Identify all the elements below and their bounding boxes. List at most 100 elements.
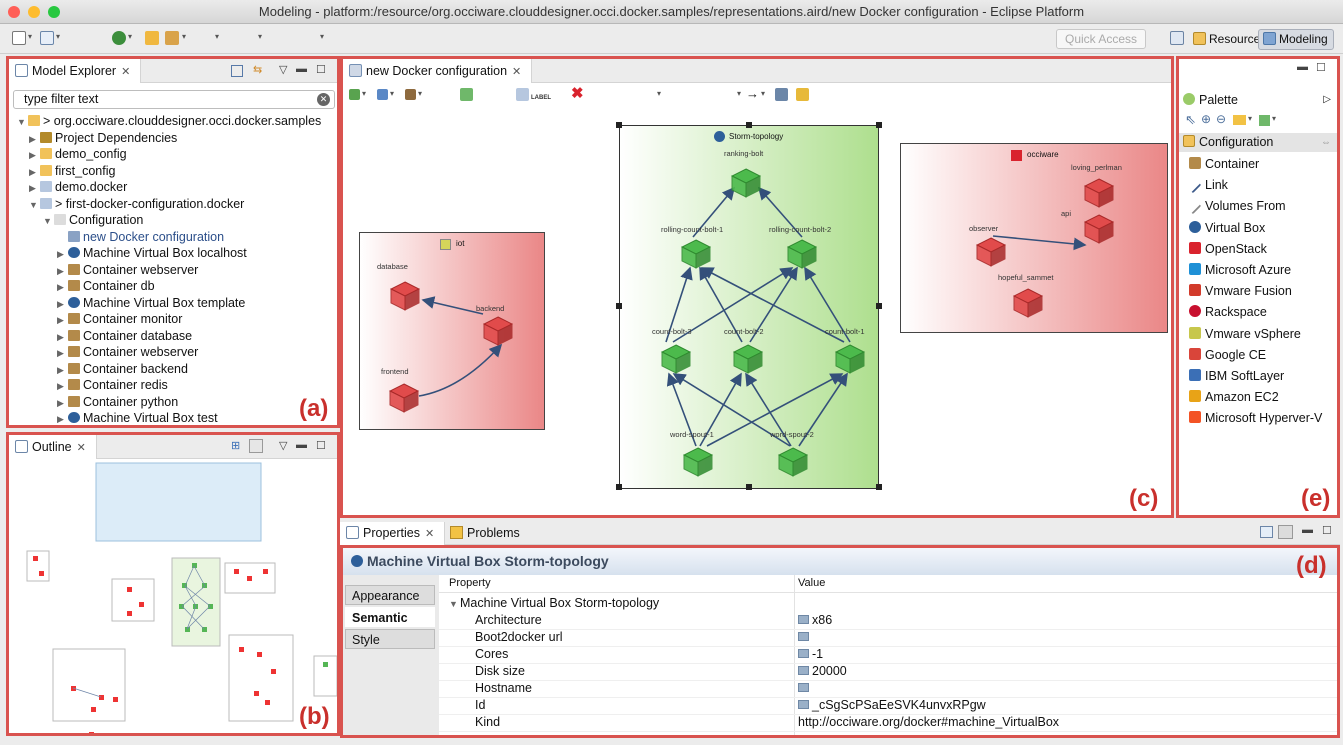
collapsed-icon[interactable]: ▶ (29, 180, 40, 197)
tree-item[interactable]: ▶ Container backend (57, 361, 188, 378)
chevron-down-icon[interactable]: ▾ (56, 32, 60, 41)
minimize-window-button[interactable] (28, 6, 40, 18)
chevron-down-icon[interactable]: ▾ (1272, 114, 1276, 123)
tree-item[interactable]: ▼ > org.occiware.clouddesigner.occi.docke… (17, 113, 321, 130)
property-value[interactable]: _cSgScPSaEeSVK4unvxRPgw (798, 697, 986, 714)
zoom-out-icon[interactable]: ⊖ (1216, 112, 1226, 126)
collapsed-icon[interactable]: ▶ (29, 131, 40, 148)
property-value[interactable]: x86 (798, 612, 832, 629)
show-categories-icon[interactable] (1278, 525, 1293, 539)
collapsed-icon[interactable]: ▶ (57, 312, 68, 329)
collapsed-icon[interactable]: ▶ (57, 263, 68, 280)
container-node[interactable] (388, 383, 420, 413)
palette-item[interactable]: Vmware Fusion (1189, 281, 1292, 301)
palette-item[interactable]: Amazon EC2 (1189, 387, 1279, 407)
container-node[interactable] (730, 168, 762, 198)
maximize-icon[interactable]: ☐ (316, 439, 326, 452)
note-attach-icon[interactable] (1259, 115, 1270, 126)
tree-item[interactable]: ▼ > first-docker-configuration.docker (29, 196, 244, 213)
collapsed-icon[interactable]: ▶ (29, 147, 40, 164)
close-icon[interactable]: ✕ (425, 528, 434, 540)
property-value[interactable]: -1 (798, 646, 823, 663)
property-value[interactable]: 20000 (798, 663, 847, 680)
chevron-down-icon[interactable]: ▾ (320, 32, 324, 41)
property-group[interactable]: ▼ Machine Virtual Box Storm-topology (449, 595, 659, 612)
maximize-icon[interactable]: ☐ (1316, 61, 1326, 74)
palette-header[interactable]: Palette ▷ (1183, 90, 1337, 110)
chevron-down-icon[interactable]: ▾ (28, 32, 32, 41)
tree-view-icon[interactable]: ⊞ (231, 439, 240, 452)
tab-problems[interactable]: Problems (448, 522, 520, 545)
palette-item[interactable]: Virtual Box (1189, 218, 1265, 238)
expanded-icon[interactable]: ▼ (17, 114, 28, 131)
collapsed-icon[interactable]: ▶ (57, 411, 68, 425)
palette-item[interactable]: Vmware vSphere (1189, 324, 1301, 344)
new-icon[interactable] (12, 31, 26, 45)
close-window-button[interactable] (8, 6, 20, 18)
view-menu-icon[interactable]: ▽ (279, 439, 287, 452)
palette-item[interactable]: Rackspace (1189, 302, 1267, 322)
collapsed-icon[interactable]: ▶ (57, 345, 68, 362)
container-node[interactable] (660, 344, 692, 374)
edit-icon[interactable] (165, 31, 179, 45)
tree-item[interactable]: ▶ demo.docker (29, 179, 127, 196)
container-node[interactable] (786, 239, 818, 269)
container-node[interactable] (732, 344, 764, 374)
tree-item[interactable]: ▶ Machine Virtual Box template (57, 295, 245, 312)
tree-item[interactable]: new Docker configuration (57, 229, 224, 246)
minimize-icon[interactable]: ▬ (296, 63, 307, 75)
tree-item[interactable]: ▶ Project Dependencies (29, 130, 177, 147)
pin-icon[interactable]: ⇔ (1321, 133, 1331, 152)
tab-semantic[interactable]: Semantic (345, 607, 435, 627)
tree-item[interactable]: ▶ Container database (57, 328, 192, 345)
viewport-rect[interactable] (95, 462, 262, 542)
chevron-down-icon[interactable]: ▾ (215, 32, 219, 41)
collapse-all-icon[interactable] (231, 65, 243, 77)
expanded-icon[interactable]: ▼ (29, 197, 40, 214)
tab-outline[interactable]: Outline ✕ (9, 435, 97, 459)
palette-item[interactable]: Container (1189, 154, 1259, 174)
chevron-down-icon[interactable]: ▾ (258, 32, 262, 41)
tab-properties[interactable]: Properties ✕ (340, 522, 446, 545)
minimize-icon[interactable]: ▬ (1297, 61, 1308, 73)
tree-item[interactable]: ▶ Container webserver (57, 344, 198, 361)
palette-item[interactable]: IBM SoftLayer (1189, 366, 1284, 386)
chevron-down-icon[interactable]: ▾ (128, 32, 132, 41)
collapsed-icon[interactable]: ▶ (57, 362, 68, 379)
palette-item[interactable]: OpenStack (1189, 239, 1267, 259)
maximize-icon[interactable]: ☐ (316, 63, 326, 76)
close-icon[interactable]: ✕ (121, 66, 130, 78)
tree-item[interactable]: ▶ Container webserver (57, 262, 198, 279)
zoom-window-button[interactable] (48, 6, 60, 18)
tab-model-explorer[interactable]: Model Explorer ✕ (9, 59, 142, 83)
collapsed-icon[interactable]: ▶ (57, 329, 68, 346)
container-node[interactable] (682, 447, 714, 477)
container-node[interactable] (680, 239, 712, 269)
tree-item[interactable]: ▶ Container monitor (57, 311, 182, 328)
palette-item[interactable]: Google CE (1189, 345, 1266, 365)
perspective-modeling[interactable]: Modeling (1258, 29, 1334, 50)
palette-item[interactable]: Microsoft Azure (1189, 260, 1291, 280)
save-icon[interactable] (40, 31, 54, 45)
select-tool-icon[interactable]: ⇖ (1185, 112, 1196, 128)
tree-item[interactable]: ▶ Container python (57, 394, 178, 411)
collapsed-icon[interactable]: ▶ (57, 395, 68, 412)
palette-item[interactable]: Microsoft Hyperver-V (1189, 408, 1322, 428)
expand-icon[interactable]: ▼ (449, 596, 460, 613)
container-node[interactable] (1012, 288, 1044, 318)
property-value[interactable] (798, 680, 812, 697)
outline-overview[interactable] (9, 459, 337, 733)
container-node[interactable] (975, 237, 1007, 267)
tree-item[interactable]: ▶ Machine Virtual Box localhost (57, 245, 247, 262)
minimize-icon[interactable]: ▬ (296, 439, 307, 451)
palette-group-configuration[interactable]: Configuration ⇔ (1179, 133, 1337, 152)
collapsed-icon[interactable]: ▶ (57, 296, 68, 313)
maximize-icon[interactable]: ☐ (1322, 524, 1332, 537)
container-node[interactable] (389, 281, 421, 311)
palette-item[interactable]: Volumes From (1188, 196, 1286, 216)
view-menu-icon[interactable]: ▽ (279, 63, 287, 76)
quick-access-input[interactable]: Quick Access (1056, 29, 1146, 49)
link-backend-database[interactable] (421, 296, 484, 315)
note-icon[interactable] (1233, 115, 1246, 125)
filter-input[interactable]: type filter text ✕ (13, 90, 335, 109)
